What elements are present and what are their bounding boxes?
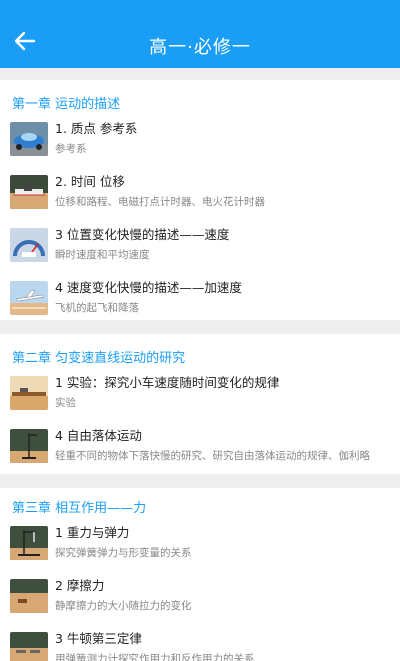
list-item[interactable]: 4 自由落体运动 轻重不同的物体下落快慢的研究、研究自由落体运动的规律、伽利略 [0, 425, 400, 474]
item-subtitle: 探究弹簧弹力与形变量的关系 [55, 547, 192, 559]
chapter-title: 第一章 运动的描述 [12, 97, 121, 112]
list-item[interactable]: 1. 质点 参考系 参考系 [0, 118, 400, 170]
item-subtitle: 用弹簧测力计探究作用力和反作用力的关系 [55, 653, 255, 661]
item-subtitle: 实验 [55, 397, 76, 409]
chapter-card-2: 第二章 匀变速直线运动的研究 1 实验：探究小车速度随时间变化的规律 实验 4 … [0, 334, 400, 474]
list-item[interactable]: 3 位置变化快慢的描述——速度 瞬时速度和平均速度 [0, 224, 400, 276]
item-title: 1 实验：探究小车速度随时间变化的规律 [55, 375, 280, 390]
item-title: 3 位置变化快慢的描述——速度 [55, 227, 230, 242]
friction-block-thumbnail [10, 579, 48, 613]
list-item[interactable]: 2. 时间 位移 位移和路程、电磁打点计时器、电火花计时器 [0, 171, 400, 223]
item-subtitle: 位移和路程、电磁打点计时器、电火花计时器 [55, 196, 265, 208]
list-item[interactable]: 2 摩擦力 静摩擦力的大小随拉力的变化 [0, 575, 400, 627]
newton-third-thumbnail [10, 632, 48, 661]
speedometer-thumbnail [10, 228, 48, 262]
item-subtitle: 静摩擦力的大小随拉力的变化 [55, 600, 192, 612]
app-bar: 高一·必修一 [0, 0, 400, 68]
page-title: 高一·必修一 [149, 37, 251, 58]
chapter-card-3: 第三章 相互作用——力 1 重力与弹力 探究弹簧弹力与形变量的关系 2 摩擦力 … [0, 488, 400, 661]
item-title: 1 重力与弹力 [55, 525, 130, 540]
item-title: 2. 时间 位移 [55, 174, 125, 189]
item-title: 2 摩擦力 [55, 578, 105, 593]
timer-thumbnail [10, 175, 48, 209]
item-title: 1. 质点 参考系 [55, 121, 138, 136]
spring-stand-thumbnail [10, 526, 48, 560]
item-title: 3 牛顿第三定律 [55, 631, 142, 646]
chapter-title: 第三章 相互作用——力 [12, 501, 147, 516]
item-subtitle: 飞机的起飞和降落 [55, 302, 139, 314]
airplane-thumbnail [10, 281, 48, 315]
item-title: 4 速度变化快慢的描述——加速度 [55, 280, 242, 295]
chapter-card-1: 第一章 运动的描述 1. 质点 参考系 参考系 2. 时间 位移 位移和路程、电… [0, 80, 400, 320]
list-item[interactable]: 4 速度变化快慢的描述——加速度 飞机的起飞和降落 [0, 277, 400, 320]
list-item[interactable]: 1 重力与弹力 探究弹簧弹力与形变量的关系 [0, 522, 400, 574]
cart-track-thumbnail [10, 376, 48, 410]
item-subtitle: 瞬时速度和平均速度 [55, 249, 150, 261]
car-thumbnail [10, 122, 48, 156]
item-subtitle: 参考系 [55, 143, 87, 155]
item-subtitle: 轻重不同的物体下落快慢的研究、研究自由落体运动的规律、伽利略 [55, 450, 370, 462]
free-fall-thumbnail [10, 429, 48, 463]
list-item[interactable]: 1 实验：探究小车速度随时间变化的规律 实验 [0, 372, 400, 424]
list-item[interactable]: 3 牛顿第三定律 用弹簧测力计探究作用力和反作用力的关系 [0, 628, 400, 661]
item-title: 4 自由落体运动 [55, 428, 142, 443]
chapter-title: 第二章 匀变速直线运动的研究 [12, 351, 186, 366]
